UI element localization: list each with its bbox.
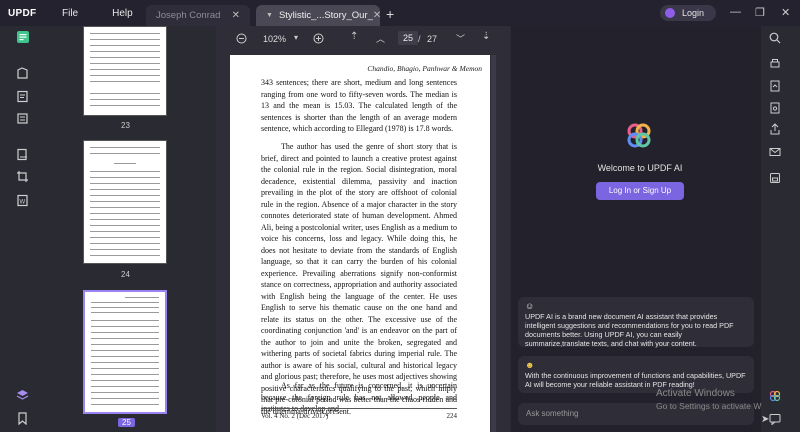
smile-icon: ☻: [525, 360, 535, 370]
convert-icon[interactable]: [16, 148, 29, 161]
paragraph: The author has used the genre of short s…: [261, 142, 457, 416]
organize-pages-icon[interactable]: [16, 112, 29, 125]
comment-icon[interactable]: [16, 67, 29, 80]
ocr-icon[interactable]: W: [16, 194, 29, 207]
login-label: Login: [682, 8, 705, 18]
current-page-input[interactable]: 25: [398, 31, 418, 45]
page-separator: /: [418, 34, 421, 44]
previous-page-icon[interactable]: ︿: [376, 32, 385, 45]
reader-mode-icon[interactable]: [16, 30, 30, 44]
login-button[interactable]: Login: [660, 5, 716, 21]
share-icon[interactable]: [769, 123, 781, 135]
bookmark-icon[interactable]: [16, 412, 29, 425]
zoom-level[interactable]: 102%: [263, 34, 286, 44]
running-head: Chandio, Bhagio, Panhwar & Memon: [367, 64, 482, 73]
left-toolbar: [0, 26, 40, 432]
export-pdf-icon[interactable]: [769, 80, 781, 92]
window-close-icon[interactable]: ✕: [781, 6, 790, 19]
menu-file[interactable]: File: [50, 8, 90, 19]
chat-icon[interactable]: [769, 413, 781, 425]
footer-page-number: 224: [446, 412, 458, 420]
ai-assistant-icon[interactable]: [769, 390, 781, 402]
ai-welcome-title: Welcome to UPDF AI: [597, 163, 683, 173]
save-icon[interactable]: [769, 172, 781, 184]
zoom-dropdown-icon[interactable]: ▾: [294, 33, 298, 42]
page-number-label: 23: [121, 121, 130, 130]
crop-icon[interactable]: [16, 170, 29, 183]
tab-joseph-conrad[interactable]: Joseph Conrad ✕: [146, 5, 250, 26]
robot-icon: ☺: [525, 301, 535, 311]
tab-label: Stylistic_...Story_Our_: [278, 10, 373, 21]
zoom-in-icon[interactable]: [313, 33, 324, 44]
avatar-icon: [665, 8, 675, 18]
page-number-label-active: 25: [118, 418, 135, 427]
next-page-icon[interactable]: ﹀: [456, 32, 465, 45]
layers-icon[interactable]: [16, 389, 29, 402]
zoom-out-icon[interactable]: [236, 33, 247, 44]
pdf-page: Chandio, Bhagio, Panhwar & Memon 343 sen…: [230, 55, 490, 432]
last-page-icon[interactable]: ⇣: [482, 31, 490, 42]
close-icon[interactable]: ✕: [373, 10, 381, 21]
thumbnail-page-24[interactable]: [83, 140, 167, 264]
app-logo: UPDF: [8, 7, 37, 19]
vertical-scrollbar[interactable]: [491, 55, 496, 432]
new-tab-icon[interactable]: +: [386, 6, 394, 22]
protect-icon[interactable]: [769, 102, 781, 114]
search-icon[interactable]: [769, 32, 781, 44]
ai-message-text: UPDF AI is a brand new document AI assis…: [525, 312, 734, 348]
ai-message-text: With the continuous improvement of funct…: [525, 371, 746, 389]
edit-pdf-icon[interactable]: [16, 90, 29, 103]
total-pages: 27: [427, 34, 438, 44]
maximize-icon[interactable]: ❐: [755, 6, 765, 19]
page-footer: Vol. 4 No. 2 (Dec 2017) 224: [261, 408, 457, 420]
svg-text:W: W: [20, 200, 26, 206]
tab-stylistic[interactable]: ▼ Stylistic_...Story_Our_ ✕: [256, 5, 381, 26]
tab-label: Joseph Conrad: [156, 10, 221, 21]
footer-journal: Vol. 4 No. 2 (Dec 2017): [261, 412, 329, 420]
thumbnail-page-25[interactable]: [83, 290, 167, 414]
menu-help[interactable]: Help: [100, 8, 145, 19]
minimize-icon[interactable]: —: [730, 6, 741, 18]
thumbnail-page-23[interactable]: [83, 26, 167, 116]
close-icon[interactable]: ✕: [232, 10, 240, 21]
send-icon[interactable]: ➤: [761, 414, 769, 425]
print-icon[interactable]: [769, 58, 781, 70]
page-number-label: 24: [121, 270, 130, 279]
right-toolbar: [762, 26, 800, 432]
paragraph: 343 sentences; there are short, medium a…: [261, 78, 457, 133]
login-signup-button[interactable]: Log In or Sign Up: [596, 182, 684, 200]
ai-message: ☺ UPDF AI is a brand new document AI ass…: [518, 297, 754, 348]
chevron-down-icon[interactable]: ▼: [266, 12, 273, 19]
first-page-icon[interactable]: ⇡: [350, 31, 358, 42]
email-icon[interactable]: [769, 146, 781, 158]
updf-ai-logo-icon: [627, 123, 651, 148]
